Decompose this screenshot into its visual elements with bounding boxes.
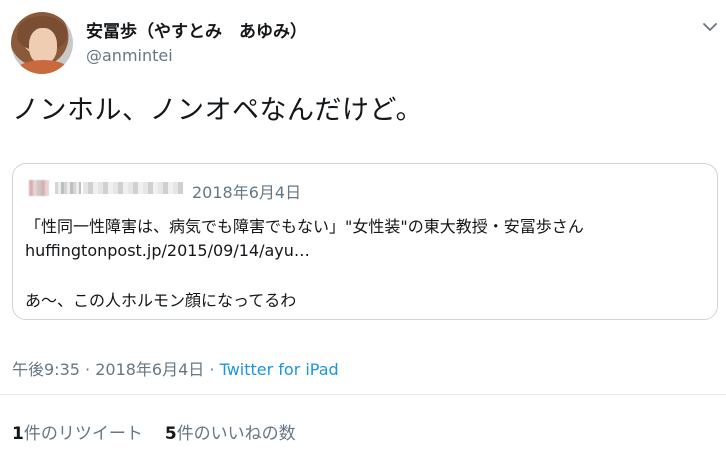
quoted-text-line3: あ〜、この人ホルモン顔になってるわ [25, 291, 297, 310]
quoted-text-line1: 「性同一性障害は、病気でも障害でもない」"女性装"の東大教授・安冨歩さん [25, 217, 584, 236]
tweet-text: ノンホル、ノンオペなんだけど。 [12, 95, 424, 126]
avatar-shoulder [15, 60, 71, 74]
author-name[interactable]: 安冨歩（やすとみ あゆみ） [86, 17, 307, 42]
quoted-name-blurred [55, 182, 81, 194]
tweet-date[interactable]: 2018年6月4日 [95, 360, 204, 379]
meta-separator: · [79, 360, 96, 379]
tweet-meta: 午後9:35 · 2018年6月4日 · Twitter for iPad [12, 356, 339, 380]
like-count: 5 [164, 424, 177, 444]
author-handle[interactable]: @anmintei [86, 46, 173, 65]
avatar-face [29, 28, 57, 64]
meta-separator: · [204, 360, 220, 379]
retweet-count: 1 [12, 424, 24, 444]
retweet-label: 件のリツイート [23, 424, 143, 444]
like-label: 件のいいねの数 [176, 424, 296, 444]
tweet-source-link[interactable]: Twitter for iPad [220, 360, 339, 379]
quoted-avatar-blurred [29, 180, 49, 196]
retweet-stat[interactable]: 1件のリツイート [12, 424, 143, 444]
chevron-down-icon[interactable] [701, 18, 719, 36]
tweet-time[interactable]: 午後9:35 [12, 360, 80, 379]
tweet-stats: 1件のリツイート 5件のいいねの数 [12, 419, 296, 444]
quoted-handle-blurred [83, 182, 183, 194]
divider [0, 394, 726, 395]
avatar[interactable] [11, 12, 73, 74]
like-stat[interactable]: 5件のいいねの数 [165, 424, 296, 444]
quoted-tweet-card[interactable]: 2018年6月4日 「性同一性障害は、病気でも障害でもない」"女性装"の東大教授… [12, 163, 718, 320]
quoted-link[interactable]: huffingtonpost.jp/2015/09/14/ayu… [25, 241, 310, 260]
quoted-date: 2018年6月4日 [192, 183, 302, 202]
